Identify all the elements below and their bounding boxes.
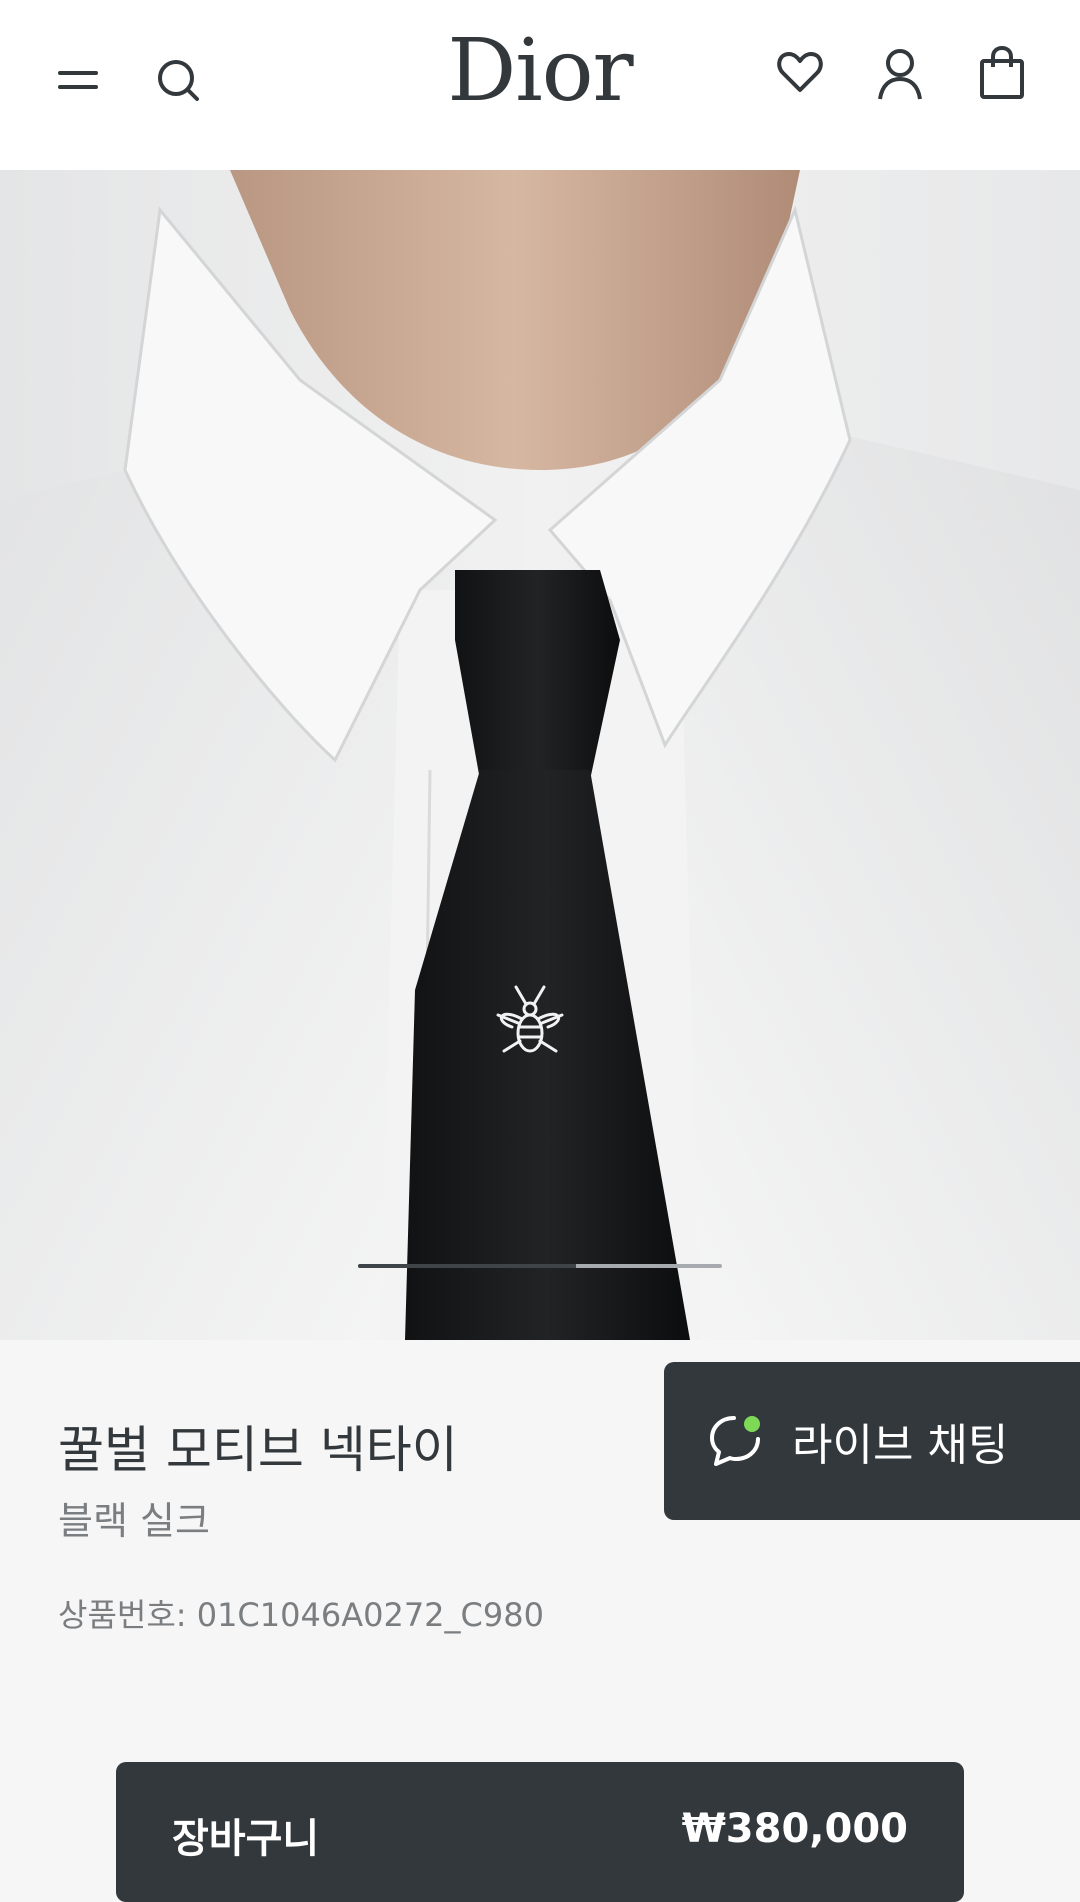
chat-bubble-icon [710, 1416, 760, 1466]
product-photo [0, 170, 1080, 1340]
carousel-progress-fill [358, 1264, 577, 1268]
cart-label: 장바구니 [172, 1816, 320, 1862]
heart-icon[interactable] [774, 48, 826, 96]
header: Dior [0, 0, 1080, 170]
add-to-cart-button[interactable]: 장바구니 ₩380,000 [116, 1762, 964, 1902]
product-image-carousel[interactable] [0, 170, 1080, 1340]
carousel-progress-indicator [358, 1264, 722, 1268]
product-subtitle: 블랙 실크 [58, 1499, 210, 1543]
cart-price: ₩380,000 [681, 1806, 908, 1852]
product-sku: 상품번호: 01C1046A0272_C980 [58, 1596, 544, 1634]
user-icon[interactable] [874, 46, 926, 102]
product-title: 꿀벌 모티브 넥타이 [58, 1421, 458, 1479]
live-chat-button[interactable]: 라이브 채팅 [664, 1362, 1080, 1520]
shopping-bag-icon[interactable] [976, 44, 1028, 102]
live-chat-label: 라이브 채팅 [792, 1420, 1009, 1471]
